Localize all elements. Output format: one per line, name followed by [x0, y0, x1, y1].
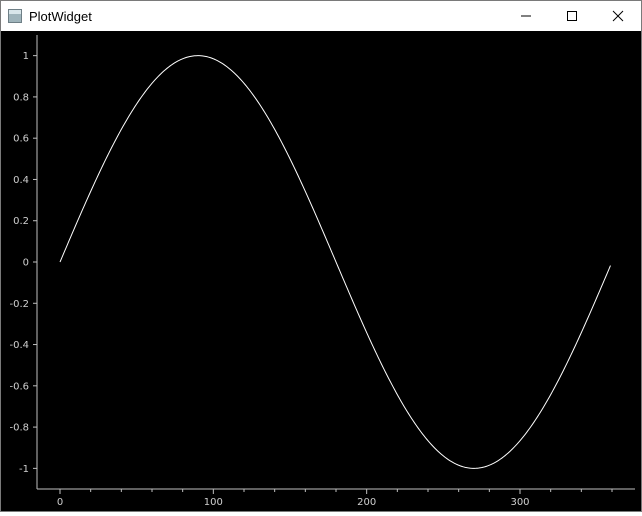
- title-bar[interactable]: PlotWidget: [1, 1, 641, 31]
- y-tick-label: -0.6: [9, 381, 29, 392]
- y-tick-label: 0.4: [13, 175, 29, 186]
- y-tick-label: -0.2: [9, 299, 29, 310]
- plot-area[interactable]: 1 0.8 0.6 0.4 0.2 0 -0.2 -0.4 -0.6 -0.8 -1 0 100 200 3…: [1, 31, 641, 511]
- close-icon: [612, 10, 624, 22]
- minimize-icon: [520, 10, 532, 22]
- sine-curve: [60, 56, 610, 469]
- close-button[interactable]: [595, 1, 641, 31]
- minimize-button[interactable]: [503, 1, 549, 31]
- plot-window: PlotWidget 1 0.8 0.6 0.4 0.2 0 -0.2 -0.4 -0.6 -0.…: [0, 0, 642, 512]
- maximize-button[interactable]: [549, 1, 595, 31]
- y-tick-label: -0.8: [9, 423, 29, 434]
- x-tick-label: 200: [357, 497, 376, 508]
- x-tick-label: 100: [204, 497, 223, 508]
- x-tick-label: 300: [510, 497, 529, 508]
- app-icon: [8, 9, 22, 23]
- x-tick-label: 0: [57, 497, 63, 508]
- y-tick-label: 1: [23, 51, 29, 62]
- y-tick-label: -0.4: [9, 340, 29, 351]
- y-tick-label: 0.6: [13, 134, 29, 145]
- y-tick-label: 0: [23, 258, 29, 269]
- curve-layer: [60, 56, 611, 469]
- y-tick-label: 0.8: [13, 92, 29, 103]
- window-title: PlotWidget: [29, 9, 92, 24]
- axes: 1 0.8 0.6 0.4 0.2 0 -0.2 -0.4 -0.6 -0.8 -1 0 100 200 3…: [9, 35, 635, 508]
- y-tick-label: -1: [19, 464, 29, 475]
- sine-chart[interactable]: 1 0.8 0.6 0.4 0.2 0 -0.2 -0.4 -0.6 -0.8 -1 0 100 200 3…: [1, 31, 641, 511]
- y-tick-label: 0.2: [13, 216, 29, 227]
- maximize-icon: [566, 10, 578, 22]
